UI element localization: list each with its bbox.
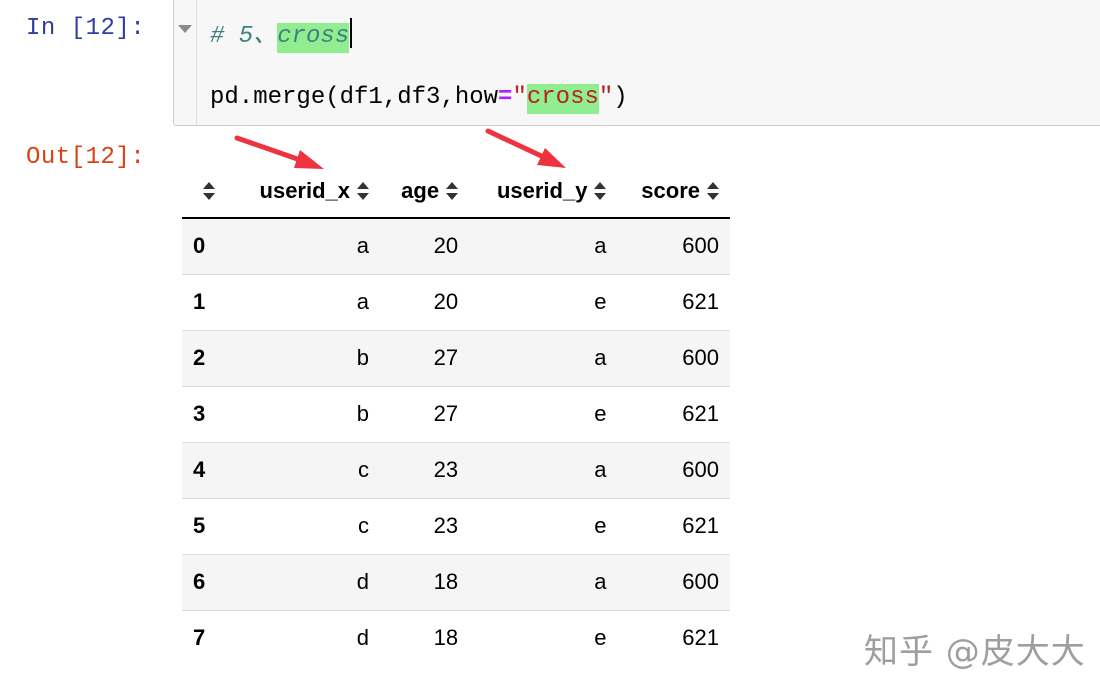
watermark-text: 知乎 @皮大大 — [864, 632, 1086, 672]
cell-userid-x: d — [356, 625, 370, 651]
cell-score: 621 — [682, 401, 719, 426]
cell-userid-y: e — [594, 625, 607, 651]
cell-userid-y: e — [594, 289, 607, 314]
row-index: 5 — [193, 513, 206, 538]
comment-prefix: # 5、 — [210, 23, 278, 50]
cell-age: 27 — [433, 401, 459, 426]
cell-userid-y: a — [594, 233, 607, 259]
column-header-label: age — [401, 177, 440, 203]
cell-score: 600 — [682, 233, 719, 259]
cell-userid-x: c — [358, 513, 370, 538]
sort-icon[interactable] — [594, 181, 607, 201]
text-cursor — [350, 18, 353, 48]
table-header: userid_x age userid_y score — [182, 164, 730, 219]
sort-icon[interactable] — [203, 181, 215, 201]
cell-score: 600 — [682, 345, 719, 370]
sort-icon[interactable] — [446, 181, 459, 201]
table-row: 7 d 18 e 621 — [182, 610, 730, 666]
code-merge-call: pd.merge(df1,df3,how — [210, 84, 499, 111]
index-header[interactable] — [182, 164, 232, 219]
cell-userid-y: a — [594, 569, 607, 594]
header-row: userid_x age userid_y score — [182, 164, 730, 219]
cell-userid-y: e — [594, 513, 607, 538]
cell-age: 18 — [433, 625, 459, 651]
cell-age: 18 — [433, 569, 459, 594]
cell-userid-x: b — [356, 345, 370, 370]
cell-userid-y: e — [594, 401, 607, 426]
table-row: 5 c 23 e 621 — [182, 498, 730, 554]
table-row: 0 a 20 a 600 — [182, 218, 730, 274]
row-index: 2 — [193, 345, 206, 370]
table-body: 0 a 20 a 600 1 a 20 e 621 2 b 27 a 600 3… — [182, 218, 730, 666]
column-header-userid-y[interactable]: userid_y — [469, 164, 618, 219]
table-row: 1 a 20 e 621 — [182, 274, 730, 330]
row-index: 4 — [193, 457, 206, 482]
cell-userid-x: a — [356, 233, 370, 259]
cell-age: 23 — [433, 513, 459, 538]
annotation-arrow-icon — [485, 128, 566, 168]
code-line-merge: pd.merge(df1,df3,how="cross") — [210, 84, 628, 114]
sort-icon[interactable] — [357, 181, 370, 201]
code-string-highlight: cross — [526, 84, 599, 114]
cell-userid-x: b — [356, 401, 370, 426]
output-prompt: Out[12]: — [26, 144, 146, 171]
code-line-comment: # 5、cross — [210, 18, 353, 53]
column-header-score[interactable]: score — [617, 164, 730, 219]
column-header-label: userid_x — [259, 177, 351, 203]
table-row: 3 b 27 e 621 — [182, 386, 730, 442]
cell-score: 600 — [682, 457, 719, 482]
collapse-arrow-icon[interactable] — [178, 25, 192, 33]
cell-userid-y: a — [594, 457, 607, 482]
cell-age: 20 — [433, 289, 459, 314]
row-index: 0 — [193, 233, 206, 259]
cell-userid-y: a — [594, 345, 607, 370]
cell-collapse-gutter[interactable] — [174, 0, 197, 125]
cell-age: 27 — [433, 345, 459, 370]
code-input-cell[interactable]: # 5、cross pd.merge(df1,df3,how="cross") — [173, 0, 1100, 126]
code-close-paren: ) — [613, 84, 628, 111]
cell-userid-x: d — [356, 569, 370, 594]
code-comment: # 5、cross — [210, 23, 350, 53]
table-row: 4 c 23 a 600 — [182, 442, 730, 498]
cell-userid-x: a — [356, 289, 370, 314]
cell-score: 621 — [682, 513, 719, 538]
column-header-age[interactable]: age — [380, 164, 470, 219]
code-quote-close: " — [598, 84, 614, 111]
cell-score: 621 — [682, 289, 719, 314]
column-header-label: score — [641, 177, 700, 203]
comment-highlight: cross — [277, 23, 350, 53]
code-operator: = — [498, 84, 513, 111]
column-header-label: userid_y — [496, 177, 588, 203]
cell-score: 621 — [682, 625, 719, 651]
sort-icon[interactable] — [707, 181, 719, 201]
row-index: 6 — [193, 569, 206, 594]
input-prompt: In [12]: — [26, 15, 146, 42]
row-index: 3 — [193, 401, 206, 426]
dataframe-table: userid_x age userid_y score 0 a 20 a 600… — [182, 164, 730, 666]
row-index: 7 — [193, 625, 206, 651]
row-index: 1 — [193, 289, 206, 314]
cell-age: 23 — [433, 457, 459, 482]
cell-score: 600 — [682, 569, 719, 594]
cell-age: 20 — [433, 233, 459, 259]
code-quote-open: " — [512, 84, 527, 111]
table-row: 6 d 18 a 600 — [182, 554, 730, 610]
column-header-userid-x[interactable]: userid_x — [231, 164, 381, 219]
table-row: 2 b 27 a 600 — [182, 330, 730, 386]
cell-userid-x: c — [358, 457, 370, 482]
